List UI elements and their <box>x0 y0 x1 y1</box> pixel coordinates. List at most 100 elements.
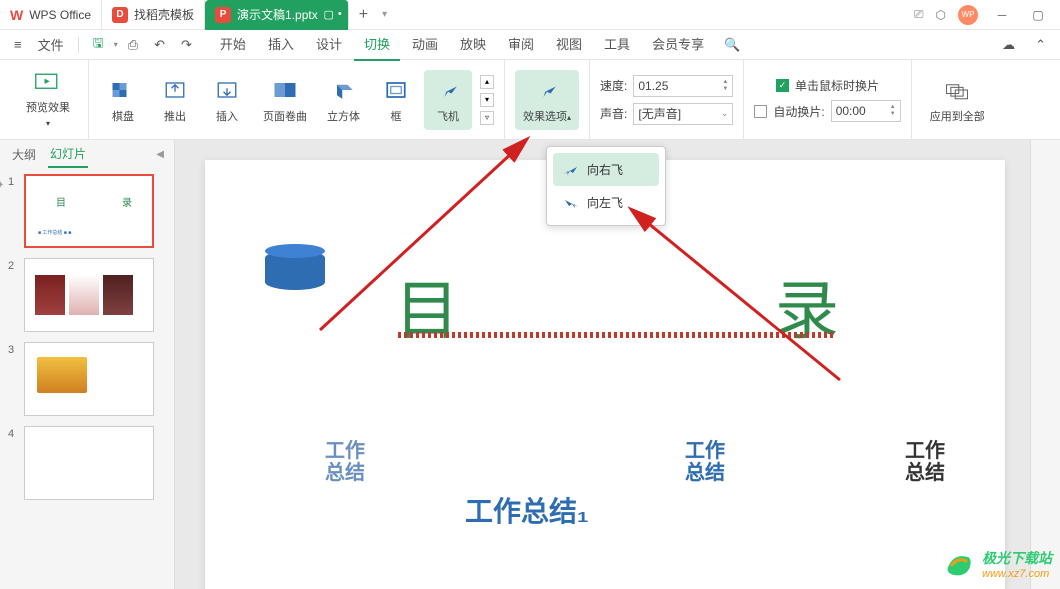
wps-logo-icon: W <box>10 7 23 23</box>
user-avatar[interactable]: WP <box>958 5 978 25</box>
gallery-up[interactable]: ▴ <box>480 75 494 89</box>
effect-options-group: 效果选项▴ <box>505 60 590 139</box>
search-icon[interactable]: 🔍 <box>718 33 746 57</box>
thumb-row-4[interactable]: 4 <box>8 426 166 500</box>
tab-window-icon[interactable]: ▢ <box>323 8 333 21</box>
slide-thumb-2[interactable] <box>24 258 154 332</box>
panel-close-icon[interactable]: ◀ <box>156 149 164 160</box>
gallery-down[interactable]: ▾ <box>480 93 494 107</box>
preview-button[interactable]: 预览效果▾ <box>18 70 78 130</box>
menu-bar: ≡ 文件 🖫 ▾ ⎙ ↶ ↷ 开始 插入 设计 切换 动画 放映 审阅 视图 工… <box>0 30 1060 60</box>
menu-hamburger-icon[interactable]: ≡ <box>8 33 28 56</box>
template-tab-label: 找稻壳模板 <box>134 6 194 23</box>
tab-view[interactable]: 视图 <box>546 28 592 61</box>
app-name: WPS Office <box>29 8 91 22</box>
document-tab[interactable]: P 演示文稿1.pptx ▢ • <box>205 0 349 30</box>
tab-menu-icon[interactable]: ▾ <box>382 9 387 20</box>
cloud-icon[interactable]: ☁ <box>996 33 1021 57</box>
click-advance-label: 单击鼠标时换片 <box>795 77 879 94</box>
apply-all-group: 应用到全部 <box>912 60 1003 139</box>
work-text-2: 工作 总结 <box>685 440 725 484</box>
fly-left-option[interactable]: 向左飞 <box>553 186 659 219</box>
outline-tab[interactable]: 大纲 <box>10 142 38 167</box>
template-tab[interactable]: D 找稻壳模板 <box>102 0 205 30</box>
tab-start[interactable]: 开始 <box>210 28 256 61</box>
title-bar: W WPS Office D 找稻壳模板 P 演示文稿1.pptx ▢ • + … <box>0 0 1060 30</box>
timing-group: 速度: 01.25 ▲▼ 声音: [无声音] ⌄ <box>590 60 744 139</box>
plane-icon <box>432 76 464 104</box>
tab-slideshow[interactable]: 放映 <box>450 28 496 61</box>
tab-animation[interactable]: 动画 <box>402 28 448 61</box>
transition-insert[interactable]: 插入 <box>203 70 251 130</box>
tab-insert[interactable]: 插入 <box>258 28 304 61</box>
fly-right-icon <box>563 164 579 176</box>
new-tab-button[interactable]: + <box>349 6 378 24</box>
effect-options-button[interactable]: 效果选项▴ <box>515 70 579 130</box>
char-lu: 录 <box>775 260 839 352</box>
auto-advance-time[interactable]: 00:00 ▲▼ <box>831 100 901 122</box>
ribbon: 预览效果▾ 棋盘 推出 插入 页面卷曲 立方体 框 飞机 <box>0 60 1060 140</box>
auto-advance-checkbox[interactable] <box>754 105 767 118</box>
slides-tab[interactable]: 幻灯片 <box>48 141 88 168</box>
thumb-row-1[interactable]: 1 目 录 ■ 工作总结 ■ ■ ✦ <box>8 174 166 248</box>
insert-icon <box>211 76 243 104</box>
fly-left-icon <box>563 197 579 209</box>
click-advance-checkbox[interactable]: ✓ <box>776 79 789 92</box>
work-center: 工作总结₁ <box>465 490 589 530</box>
effect-options-dropdown: 向右飞 向左飞 <box>546 146 666 226</box>
transition-plane[interactable]: 飞机 <box>424 70 472 130</box>
slide-thumb-1[interactable]: 目 录 ■ 工作总结 ■ ■ <box>24 174 154 248</box>
print-icon[interactable]: ⎙ <box>122 33 144 57</box>
tab-member[interactable]: 会员专享 <box>642 28 714 61</box>
collapse-ribbon-icon[interactable]: ⌃ <box>1029 33 1052 57</box>
minimize-button[interactable]: ─ <box>990 3 1014 27</box>
thumb-row-2[interactable]: 2 <box>8 258 166 332</box>
work-text-1: 工作 总结 <box>325 440 365 484</box>
redo-icon[interactable]: ↷ <box>175 33 198 57</box>
transition-frame[interactable]: 框 <box>372 70 420 130</box>
effect-options-icon <box>531 76 563 104</box>
auto-advance-label: 自动换片: <box>773 103 824 120</box>
push-icon <box>159 76 191 104</box>
tab-review[interactable]: 审阅 <box>498 28 544 61</box>
file-menu[interactable]: 文件 <box>32 31 70 58</box>
preview-group: 预览效果▾ <box>8 60 89 139</box>
thumb-row-3[interactable]: 3 <box>8 342 166 416</box>
gallery-more[interactable]: ▿ <box>480 111 494 125</box>
undo-icon[interactable]: ↶ <box>148 33 171 57</box>
app-tab[interactable]: W WPS Office <box>0 0 102 30</box>
tab-dropdown-icon[interactable]: • <box>338 8 342 21</box>
watermark-url: www.xz7.com <box>982 568 1052 580</box>
watermark: 极光下载站 www.xz7.com <box>942 547 1052 581</box>
transition-checker[interactable]: 棋盘 <box>99 70 147 130</box>
transition-page-curl[interactable]: 页面卷曲 <box>255 70 315 130</box>
slide-thumb-4[interactable] <box>24 426 154 500</box>
device-icon[interactable]: ⎚ <box>914 7 924 22</box>
page-curl-icon <box>269 76 301 104</box>
tab-tools[interactable]: 工具 <box>594 28 640 61</box>
slide-thumb-3[interactable] <box>24 342 154 416</box>
watermark-logo-icon <box>942 547 976 581</box>
gallery-scroll: ▴ ▾ ▿ <box>480 75 494 125</box>
cylinder-shape <box>265 250 325 290</box>
speed-label: 速度: <box>600 77 627 94</box>
transition-push[interactable]: 推出 <box>151 70 199 130</box>
apply-all-button[interactable]: 应用到全部 <box>922 70 993 130</box>
sound-select[interactable]: [无声音] ⌄ <box>633 103 733 125</box>
fly-right-option[interactable]: 向右飞 <box>553 153 659 186</box>
main-area: 大纲 幻灯片 ◀ 1 目 录 ■ 工作总结 ■ ■ ✦ 2 <box>0 140 1060 589</box>
speed-input[interactable]: 01.25 ▲▼ <box>633 75 733 97</box>
save-icon[interactable]: 🖫 <box>87 30 110 60</box>
cube-icon[interactable]: ⬡ <box>936 8 946 22</box>
maximize-button[interactable]: ▢ <box>1026 3 1050 27</box>
tab-transition[interactable]: 切换 <box>354 28 400 61</box>
docer-icon: D <box>112 7 128 23</box>
slide-panel: 大纲 幻灯片 ◀ 1 目 录 ■ 工作总结 ■ ■ ✦ 2 <box>0 140 175 589</box>
tab-design[interactable]: 设计 <box>306 28 352 61</box>
slide-panel-tabs: 大纲 幻灯片 ◀ <box>0 140 174 168</box>
zigzag-line <box>395 332 835 338</box>
advance-group: ✓ 单击鼠标时换片 自动换片: 00:00 ▲▼ <box>744 60 911 139</box>
transition-cube[interactable]: 立方体 <box>319 70 368 130</box>
document-tab-label: 演示文稿1.pptx <box>237 6 318 23</box>
preview-icon <box>32 71 64 95</box>
